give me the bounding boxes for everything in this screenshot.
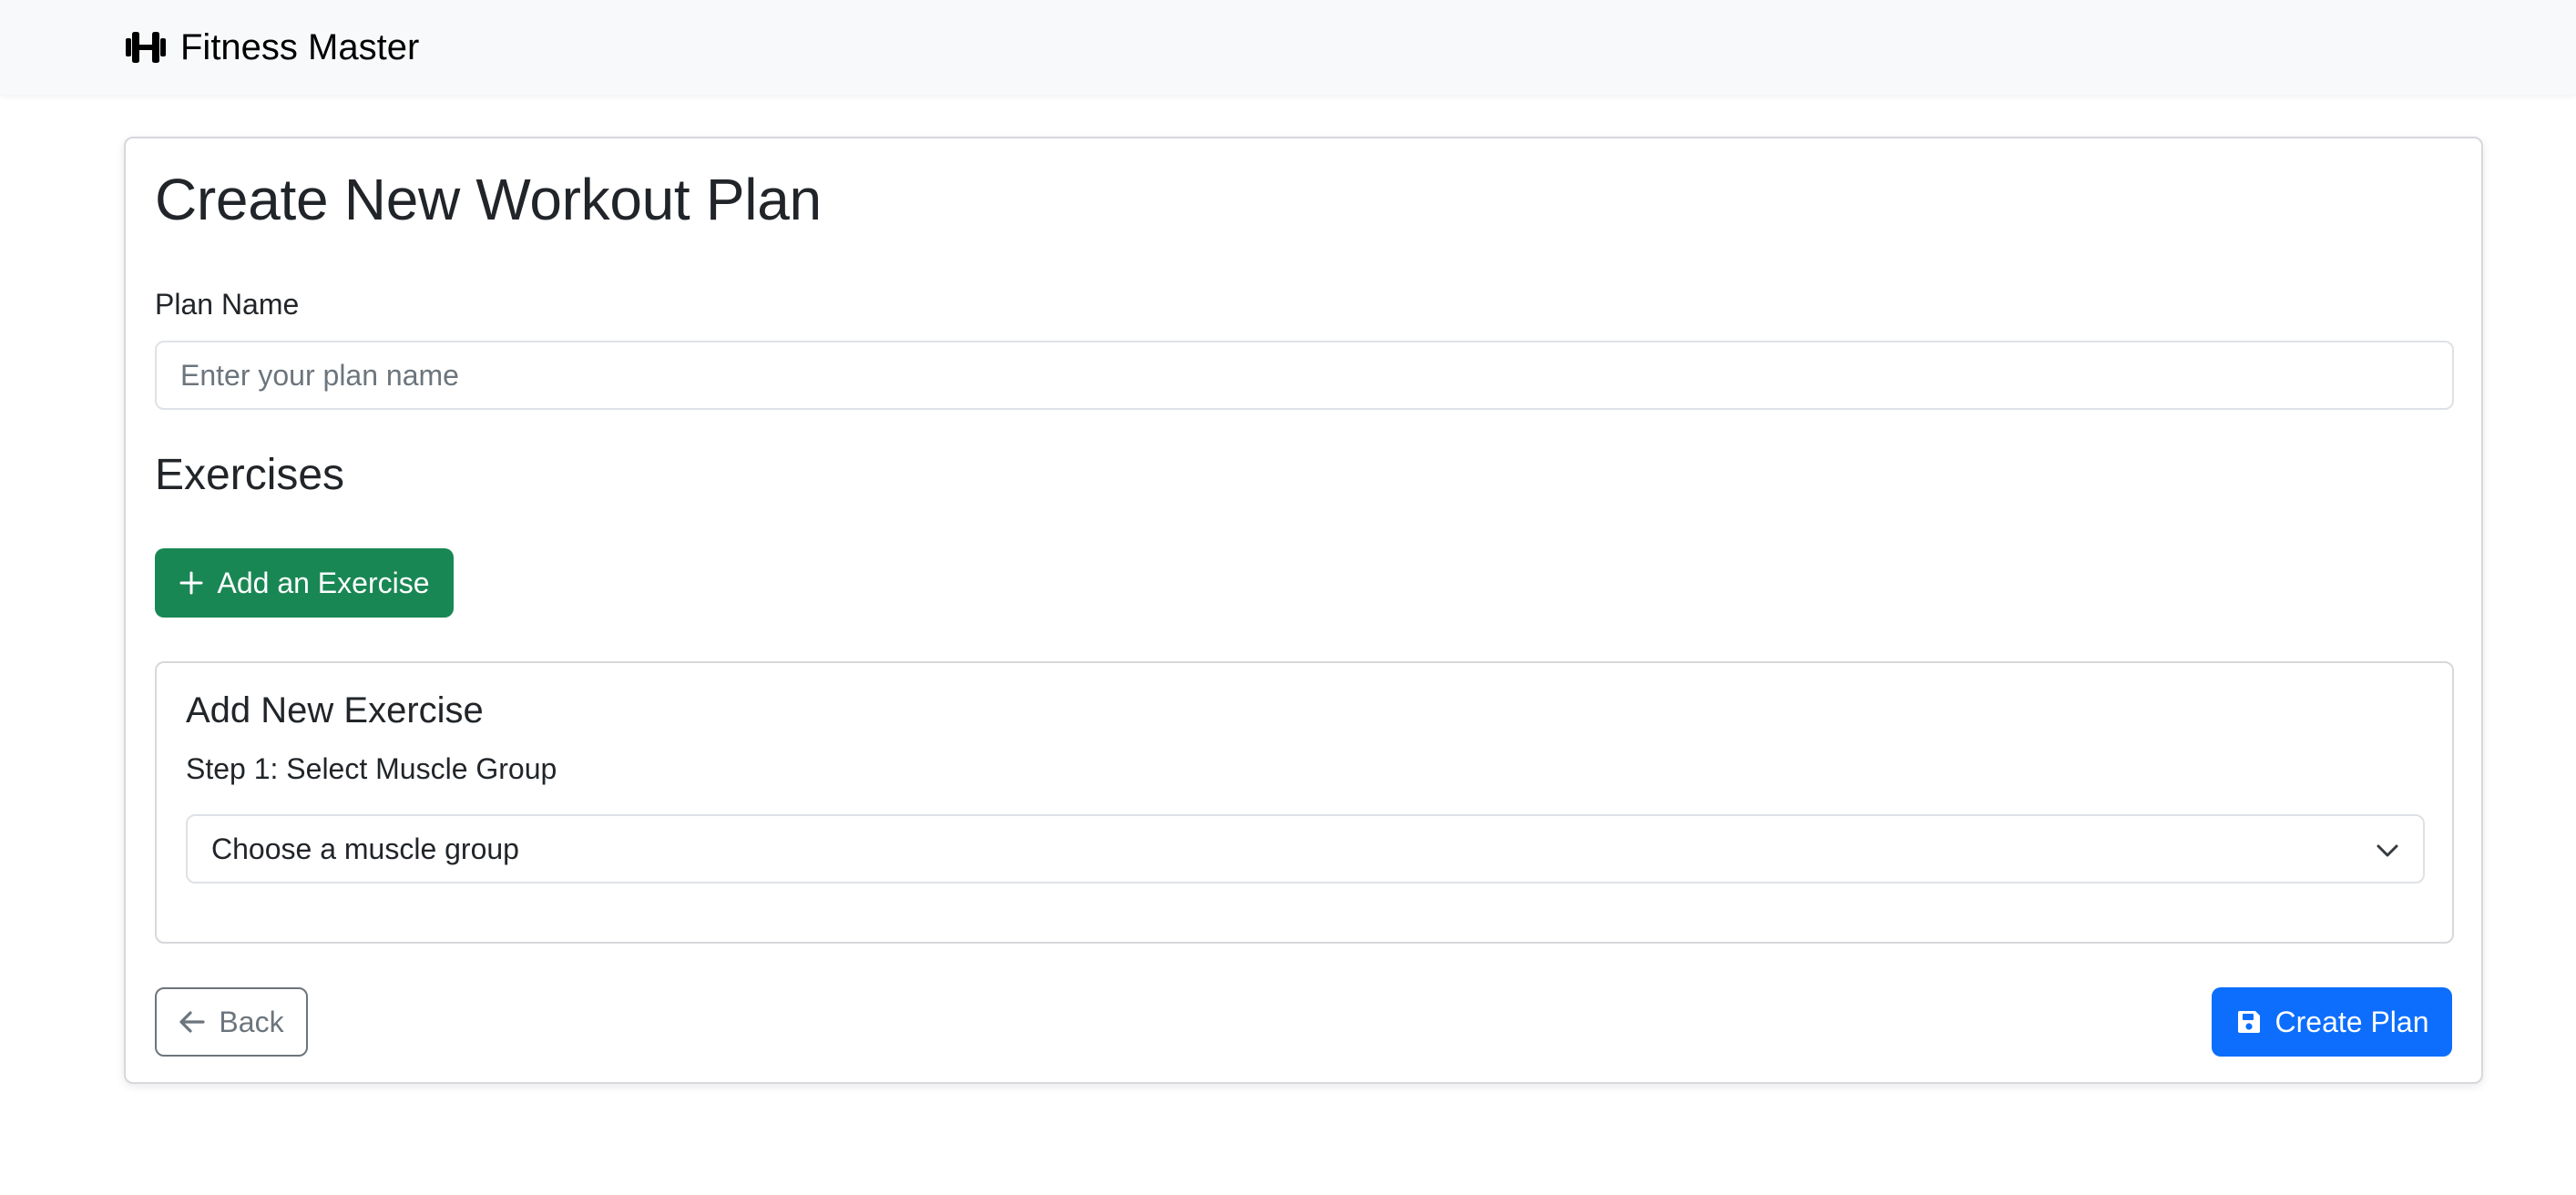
create-plan-label: Create Plan <box>2274 1005 2429 1038</box>
back-label: Back <box>219 1005 284 1038</box>
plan-name-input[interactable] <box>155 341 2454 410</box>
chevron-down-icon <box>2377 844 2398 857</box>
muscle-group-select[interactable]: Choose a muscle group <box>186 814 2425 883</box>
create-plan-card: Create New Workout Plan Plan Name Exerci… <box>124 137 2483 1084</box>
add-exercise-title: Add New Exercise <box>186 690 484 730</box>
create-plan-button[interactable]: Create Plan <box>2212 987 2452 1057</box>
exercises-heading: Exercises <box>155 451 345 499</box>
step-label: Step 1: Select Muscle Group <box>186 752 557 785</box>
save-icon <box>2237 1011 2260 1033</box>
brand-link[interactable]: Fitness Master <box>124 27 419 68</box>
navbar: Fitness Master <box>0 0 2576 95</box>
back-button[interactable]: Back <box>155 987 308 1057</box>
dumbbell-icon <box>126 32 166 63</box>
add-exercise-panel: Add New Exercise Step 1: Select Muscle G… <box>155 661 2454 944</box>
page-title: Create New Workout Plan <box>155 167 822 232</box>
brand-text: Fitness Master <box>180 26 420 67</box>
muscle-group-selected: Choose a muscle group <box>211 832 519 865</box>
add-exercise-button[interactable]: Add an Exercise <box>155 548 454 618</box>
plan-name-label: Plan Name <box>155 288 300 321</box>
arrow-left-icon <box>179 1011 206 1033</box>
plus-icon <box>179 571 203 595</box>
add-exercise-label: Add an Exercise <box>217 566 430 599</box>
